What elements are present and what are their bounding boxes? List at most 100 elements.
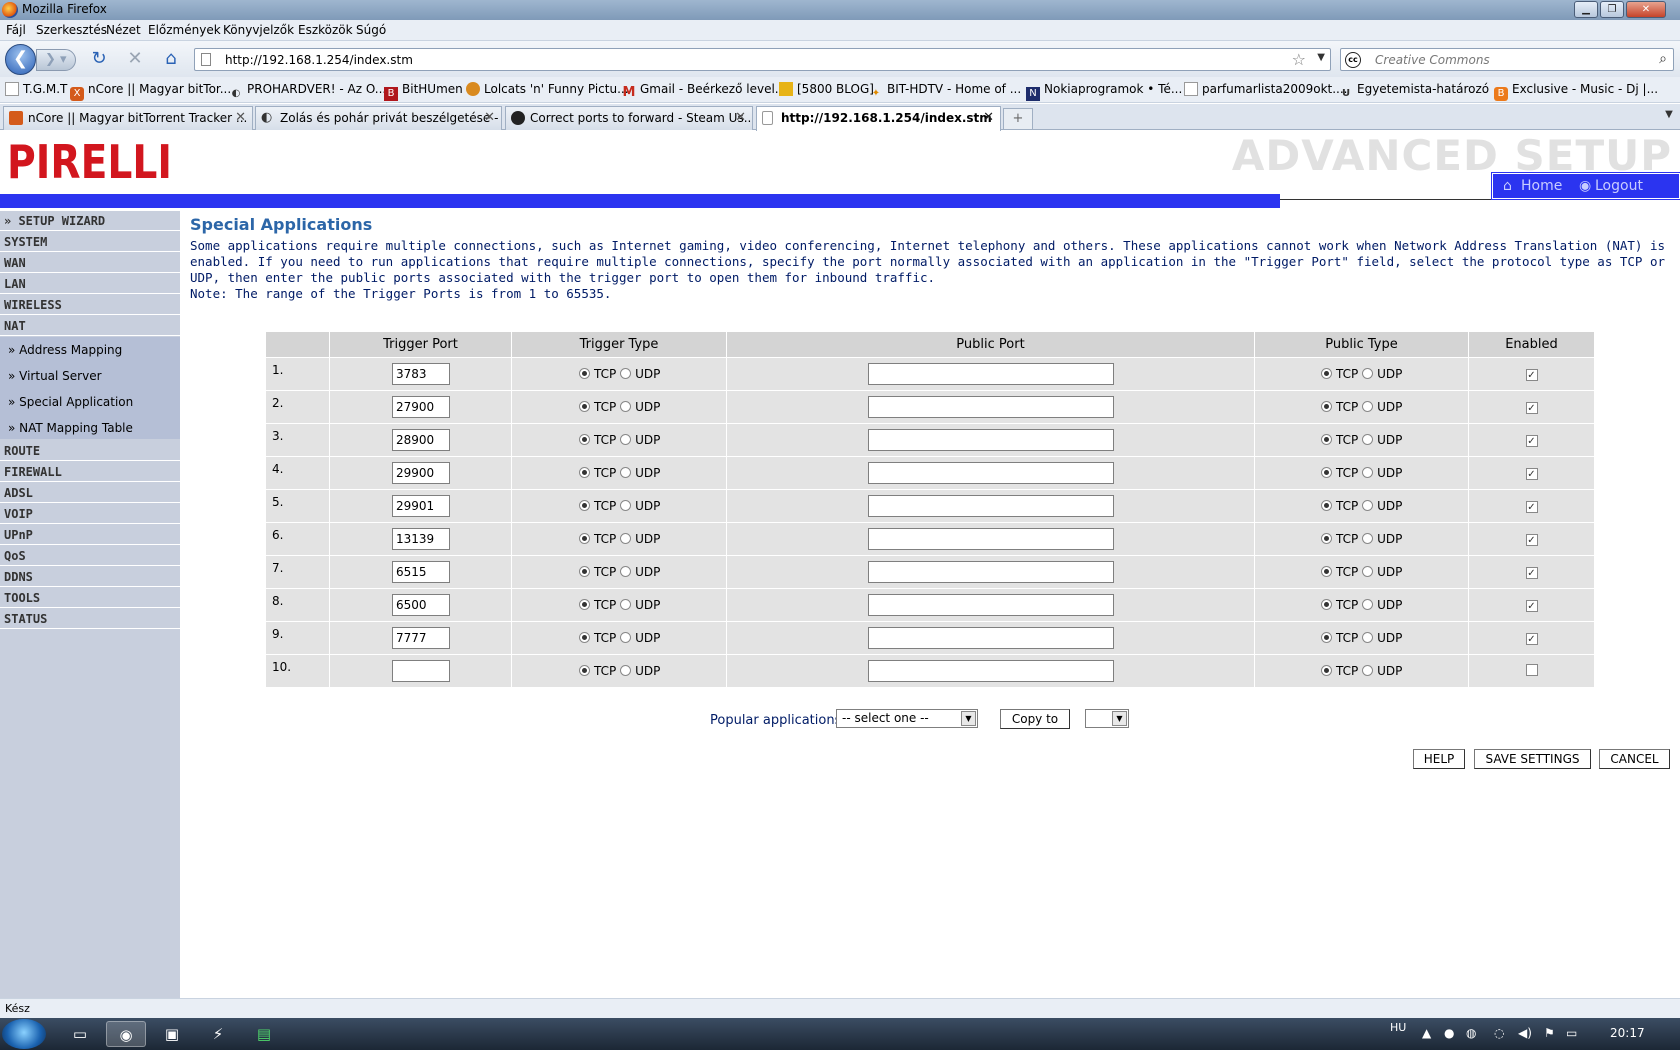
- public-port-input[interactable]: [868, 594, 1114, 616]
- network-icon[interactable]: ▭: [1566, 1026, 1577, 1040]
- trigger-tcp-radio[interactable]: [579, 599, 590, 610]
- address-bar[interactable]: http://192.168.1.254/index.stm ☆ ▼: [194, 48, 1331, 71]
- sidebar-item-wan[interactable]: WAN: [0, 253, 180, 273]
- sidebar-item-system[interactable]: SYSTEM: [0, 232, 180, 252]
- clock[interactable]: 20:17: [1610, 1026, 1645, 1040]
- public-udp-radio[interactable]: [1362, 401, 1374, 412]
- new-tab-button[interactable]: +: [1003, 108, 1033, 130]
- public-port-input[interactable]: [868, 561, 1114, 583]
- home-icon[interactable]: ⌂: [160, 48, 182, 70]
- trigger-port-input[interactable]: 7777: [392, 627, 450, 649]
- chevron-down-icon[interactable]: ▼: [1317, 52, 1325, 63]
- bookmark-item[interactable]: ✦ BIT-HDTV - Home of ...: [869, 82, 1021, 101]
- bookmark-item[interactable]: ◐ PROHARDVER! - Az O...: [229, 82, 387, 101]
- home-link[interactable]: Home: [1521, 178, 1562, 194]
- popular-app-select[interactable]: -- select one -- ▼: [836, 709, 978, 728]
- public-port-input[interactable]: [868, 495, 1114, 517]
- trigger-port-input[interactable]: [392, 660, 450, 682]
- start-button[interactable]: [2, 1019, 46, 1049]
- public-port-input[interactable]: [868, 363, 1114, 385]
- search-bar[interactable]: cc Creative Commons ⌕: [1340, 48, 1674, 71]
- sidebar-sub-virtual-server[interactable]: » Virtual Server: [0, 363, 180, 389]
- close-tab-icon[interactable]: ✕: [484, 110, 495, 125]
- bookmark-item[interactable]: M Gmail - Beérkező level...: [622, 82, 787, 100]
- enabled-checkbox[interactable]: ✓: [1525, 600, 1538, 612]
- sidebar-item-voip[interactable]: VOIP: [0, 504, 180, 524]
- bookmark-item[interactable]: N Nokiaprogramok • Té...: [1026, 82, 1182, 101]
- back-button[interactable]: ❮: [5, 44, 36, 75]
- menu-edit[interactable]: Szerkesztés: [36, 23, 107, 37]
- enabled-checkbox[interactable]: [1525, 663, 1538, 676]
- copy-to-button[interactable]: Copy to: [1000, 709, 1070, 729]
- forward-button[interactable]: ❯ ▾: [36, 49, 76, 71]
- tab-list-chevron-icon[interactable]: ▼: [1660, 109, 1678, 127]
- menu-view[interactable]: Nézet: [106, 23, 141, 37]
- public-udp-radio[interactable]: [1362, 467, 1374, 478]
- tray-expand-icon[interactable]: ▲: [1422, 1026, 1431, 1040]
- sidebar-sub-nat-mapping-table[interactable]: » NAT Mapping Table: [0, 415, 180, 439]
- public-tcp-radio[interactable]: [1321, 434, 1332, 445]
- address-url[interactable]: http://192.168.1.254/index.stm: [225, 53, 413, 67]
- trigger-udp-radio[interactable]: [620, 368, 632, 379]
- stop-icon[interactable]: ✕: [124, 48, 146, 70]
- language-indicator[interactable]: HU: [1390, 1021, 1406, 1034]
- sidebar-item-status[interactable]: STATUS: [0, 609, 180, 629]
- tray-icon[interactable]: ●: [1444, 1026, 1454, 1040]
- trigger-udp-radio[interactable]: [620, 434, 632, 445]
- enabled-checkbox[interactable]: ✓: [1525, 369, 1538, 381]
- public-udp-radio[interactable]: [1362, 368, 1374, 379]
- public-tcp-radio[interactable]: [1321, 665, 1332, 676]
- trigger-tcp-radio[interactable]: [579, 434, 590, 445]
- sidebar-item-adsl[interactable]: ADSL: [0, 483, 180, 503]
- bookmark-item[interactable]: B Exclusive - Music - Dj |...: [1494, 82, 1658, 101]
- trigger-port-input[interactable]: 6500: [392, 594, 450, 616]
- public-tcp-radio[interactable]: [1321, 401, 1332, 412]
- tray-icon[interactable]: ◌: [1494, 1026, 1504, 1040]
- tab-steam[interactable]: Correct ports to forward - Steam Us... ✕: [505, 106, 753, 130]
- bookmark-item[interactable]: B BitHUmen: [384, 82, 463, 101]
- close-tab-icon[interactable]: ✕: [735, 110, 746, 125]
- bookmark-item[interactable]: [5800 BLOG]: [779, 82, 874, 96]
- trigger-port-input[interactable]: 29901: [392, 495, 450, 517]
- creative-commons-icon[interactable]: cc: [1345, 52, 1361, 68]
- trigger-udp-radio[interactable]: [620, 632, 632, 643]
- trigger-udp-radio[interactable]: [620, 401, 632, 412]
- trigger-tcp-radio[interactable]: [579, 632, 590, 643]
- trigger-udp-radio[interactable]: [620, 665, 632, 676]
- app-icon[interactable]: ⚡: [198, 1021, 238, 1047]
- trigger-tcp-radio[interactable]: [579, 533, 590, 544]
- sidebar-item-nat[interactable]: NAT: [0, 316, 180, 336]
- trigger-port-input[interactable]: 13139: [392, 528, 450, 550]
- public-udp-radio[interactable]: [1362, 500, 1374, 511]
- enabled-checkbox[interactable]: ✓: [1525, 501, 1538, 513]
- menu-file[interactable]: Fájl: [6, 23, 26, 37]
- public-udp-radio[interactable]: [1362, 599, 1374, 610]
- sidebar-item-ddns[interactable]: DDNS: [0, 567, 180, 587]
- explorer-icon[interactable]: ▭: [60, 1021, 100, 1047]
- sidebar-item-setup-wizard[interactable]: » SETUP WIZARD: [0, 211, 180, 231]
- bookmark-item[interactable]: Lolcats 'n' Funny Pictu...: [466, 82, 629, 96]
- trigger-udp-radio[interactable]: [620, 533, 632, 544]
- help-button[interactable]: HELP: [1413, 749, 1465, 769]
- trigger-udp-radio[interactable]: [620, 599, 632, 610]
- public-tcp-radio[interactable]: [1321, 632, 1332, 643]
- enabled-checkbox[interactable]: ✓: [1525, 468, 1538, 480]
- trigger-udp-radio[interactable]: [620, 500, 632, 511]
- reload-icon[interactable]: ↻: [88, 48, 110, 70]
- public-udp-radio[interactable]: [1362, 632, 1374, 643]
- public-tcp-radio[interactable]: [1321, 566, 1332, 577]
- bookmark-star-icon[interactable]: ☆: [1292, 50, 1306, 69]
- app-icon[interactable]: ▤: [244, 1021, 284, 1047]
- sidebar-item-upnp[interactable]: UPnP: [0, 525, 180, 545]
- search-icon[interactable]: ⌕: [1659, 51, 1667, 67]
- copy-target-select[interactable]: ▼: [1085, 709, 1129, 728]
- close-tab-icon[interactable]: ✕: [235, 110, 246, 125]
- tab-ncore[interactable]: nCore || Magyar bitTorrent Tracker ... ✕: [3, 106, 253, 130]
- public-port-input[interactable]: [868, 627, 1114, 649]
- bookmark-item[interactable]: T.G.M.T: [5, 82, 67, 96]
- flag-icon[interactable]: ⚑: [1544, 1026, 1555, 1040]
- public-udp-radio[interactable]: [1362, 566, 1374, 577]
- app-icon[interactable]: ▣: [152, 1021, 192, 1047]
- tray-icon[interactable]: ◍: [1466, 1026, 1476, 1040]
- trigger-tcp-radio[interactable]: [579, 368, 590, 379]
